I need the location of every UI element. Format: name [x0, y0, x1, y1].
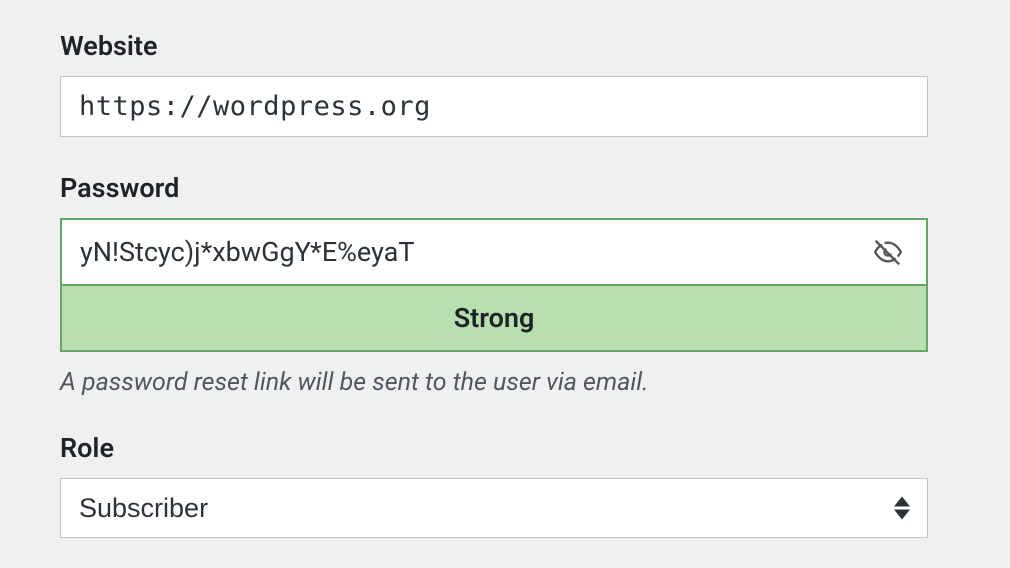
role-field-group: Role Subscriber: [60, 432, 950, 538]
eye-slash-icon: [872, 238, 904, 266]
password-strength-indicator: Strong: [60, 286, 928, 352]
role-label: Role: [60, 432, 950, 464]
role-select-wrapper: Subscriber: [60, 478, 928, 538]
password-input[interactable]: [80, 236, 868, 268]
website-label: Website: [60, 30, 950, 62]
password-field-group: Password Strong A password reset link wi…: [60, 172, 950, 397]
password-wrapper: Strong: [60, 218, 928, 352]
password-label: Password: [60, 172, 950, 204]
role-select[interactable]: Subscriber: [60, 478, 928, 538]
password-input-row: [60, 218, 928, 286]
website-input[interactable]: [60, 76, 928, 137]
password-visibility-toggle[interactable]: [868, 234, 908, 270]
website-field-group: Website: [60, 30, 950, 137]
password-help-text: A password reset link will be sent to th…: [60, 368, 950, 397]
